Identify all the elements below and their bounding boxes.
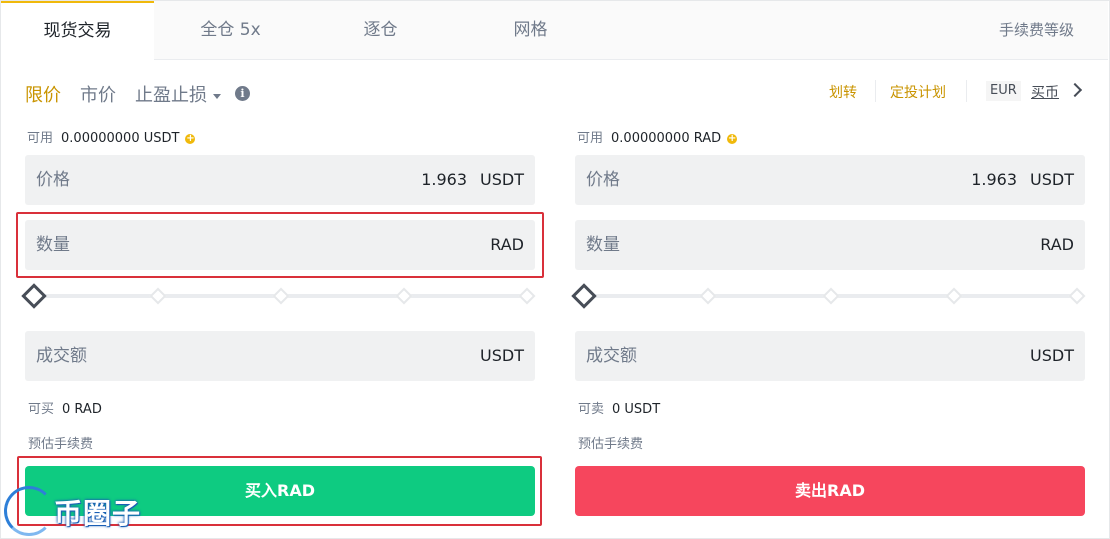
sell-max-label: 可卖 — [578, 402, 605, 417]
buy-fee-estimate[interactable]: 预估手续费 — [28, 433, 93, 452]
slider-mark-75[interactable] — [945, 287, 963, 305]
buy-max-value: 0 RAD — [62, 402, 102, 417]
sell-max: 可卖 0 USDT — [578, 398, 660, 417]
slider-handle[interactable] — [21, 283, 47, 309]
deposit-plus-icon[interactable]: + — [727, 133, 738, 144]
slider-handle[interactable] — [571, 283, 597, 309]
sell-amount-label: 数量 — [586, 235, 620, 255]
buy-amount-unit: RAD — [490, 235, 524, 254]
divider — [966, 80, 967, 102]
order-type-limit[interactable]: 限价 — [25, 81, 61, 107]
slider-mark-50[interactable] — [822, 287, 840, 305]
order-type-stop-limit[interactable]: 止盈止损 — [135, 81, 221, 107]
buy-percent-slider[interactable] — [21, 283, 536, 309]
fee-level-link[interactable]: 手续费等级 — [999, 1, 1074, 59]
sell-available: 可用 0.00000000 RAD + — [577, 127, 738, 146]
slider-mark-75[interactable] — [395, 287, 413, 305]
sell-total-field[interactable]: 成交额 USDT — [575, 331, 1085, 381]
tab-grid[interactable]: 网格 — [454, 1, 607, 59]
sell-price-label: 价格 — [586, 170, 620, 190]
buy-amount-field[interactable]: 数量 RAD — [25, 220, 535, 270]
transfer-link[interactable]: 划转 — [829, 82, 857, 102]
order-type-market[interactable]: 市价 — [80, 81, 116, 107]
buy-available: 可用 0.00000000 USDT + — [27, 127, 196, 146]
sell-amount-field[interactable]: 数量 RAD — [575, 220, 1085, 270]
slider-mark-25[interactable] — [699, 287, 717, 305]
buy-amount-label: 数量 — [36, 235, 70, 255]
sell-fee-estimate[interactable]: 预估手续费 — [578, 433, 643, 452]
currency-badge[interactable]: EUR — [986, 81, 1021, 101]
sell-available-value: 0.00000000 RAD — [611, 131, 722, 146]
buy-price-label: 价格 — [36, 170, 70, 190]
sell-button[interactable]: 卖出RAD — [575, 466, 1085, 516]
slider-mark-100[interactable] — [518, 287, 536, 305]
tab-cross-margin[interactable]: 全仓 5x — [154, 1, 307, 59]
buy-available-value: 0.00000000 USDT — [61, 131, 180, 146]
watermark-text: 币圈子 — [54, 497, 142, 530]
sell-price-field[interactable]: 价格 1.963 USDT — [575, 155, 1085, 205]
buy-total-field[interactable]: 成交额 USDT — [25, 331, 535, 381]
buy-max: 可买 0 RAD — [28, 398, 102, 417]
deposit-plus-icon[interactable]: + — [185, 133, 196, 144]
recurring-plan-link[interactable]: 定投计划 — [890, 82, 946, 102]
watermark-logo: 币圈子 — [2, 482, 162, 538]
slider-mark-25[interactable] — [149, 287, 167, 305]
sell-max-value: 0 USDT — [612, 402, 661, 417]
buy-price-value[interactable]: 1.963 — [421, 155, 467, 205]
caret-down-icon — [213, 93, 221, 99]
order-type-stop-label: 止盈止损 — [135, 85, 207, 106]
slider-mark-100[interactable] — [1068, 287, 1086, 305]
buy-available-label: 可用 — [27, 131, 54, 146]
buy-price-field[interactable]: 价格 1.963 USDT — [25, 155, 535, 205]
tab-isolated-margin[interactable]: 逐仓 — [304, 1, 457, 59]
buy-crypto-link[interactable]: 买币 — [1031, 82, 1059, 102]
sell-total-label: 成交额 — [586, 346, 637, 366]
sell-price-value[interactable]: 1.963 — [971, 155, 1017, 205]
sell-total-unit: USDT — [1030, 346, 1074, 365]
sell-amount-unit: RAD — [1040, 235, 1074, 254]
sell-percent-slider[interactable] — [571, 283, 1086, 309]
buy-price-unit: USDT — [480, 170, 524, 189]
info-icon[interactable]: i — [235, 86, 250, 101]
logo-ring-icon — [4, 486, 54, 536]
trade-tabs: 现货交易 全仓 5x 逐仓 网格 手续费等级 — [1, 1, 1108, 60]
buy-total-label: 成交额 — [36, 346, 87, 366]
buy-total-unit: USDT — [480, 346, 524, 365]
slider-mark-50[interactable] — [272, 287, 290, 305]
divider — [875, 80, 876, 102]
tab-spot[interactable]: 现货交易 — [1, 1, 154, 60]
sell-price-unit: USDT — [1030, 170, 1074, 189]
buy-max-label: 可买 — [28, 402, 55, 417]
sell-available-label: 可用 — [577, 131, 604, 146]
